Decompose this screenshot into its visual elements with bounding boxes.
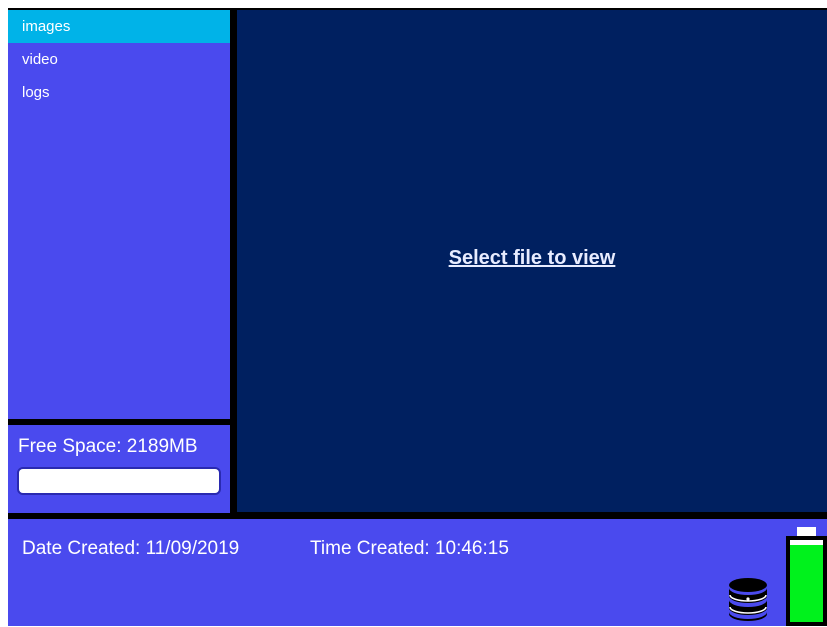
battery-level-fill [790, 545, 823, 622]
time-created-label: Time Created: 10:46:15 [310, 538, 509, 559]
file-category-sidebar: images video logs [8, 10, 230, 419]
free-space-label: Free Space: 2189MB [18, 436, 198, 457]
battery-cap [797, 527, 816, 536]
free-space-bar [17, 467, 221, 495]
battery-body [786, 536, 827, 626]
storage-panel: Free Space: 2189MB [8, 425, 230, 513]
status-bar: Date Created: 11/09/2019 Time Created: 1… [8, 519, 827, 626]
sidebar-item-video[interactable]: video [8, 43, 230, 76]
date-created-label: Date Created: 11/09/2019 [22, 538, 240, 559]
select-file-prompt[interactable]: Select file to view [237, 247, 827, 270]
free-space-bar-fill [19, 469, 219, 493]
sidebar-item-images[interactable]: images [8, 10, 230, 43]
sidebar-item-logs[interactable]: logs [8, 76, 230, 109]
database-icon [729, 578, 767, 621]
file-viewer: Select file to view [237, 10, 827, 512]
battery-icon [786, 527, 827, 626]
